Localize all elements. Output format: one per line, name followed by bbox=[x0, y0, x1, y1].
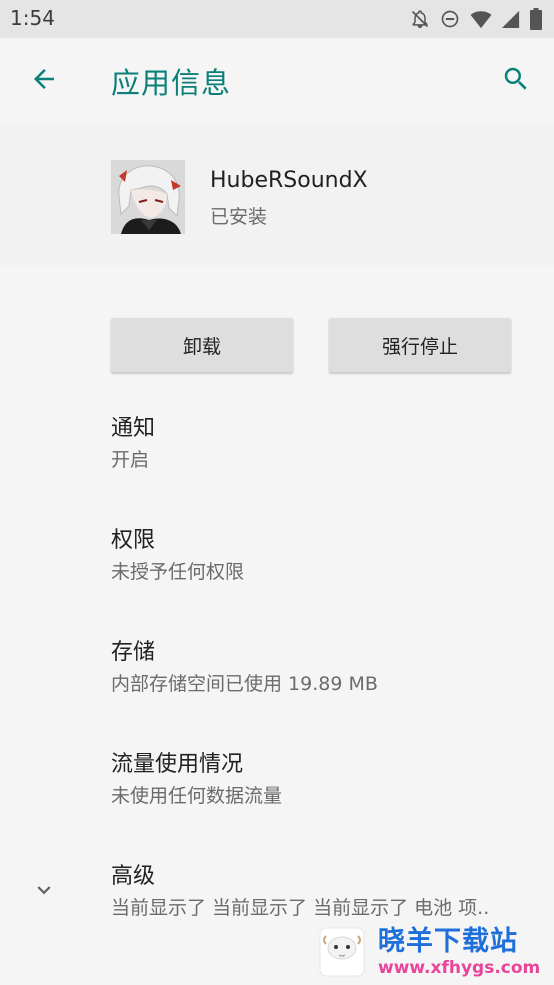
wifi-icon bbox=[470, 9, 492, 29]
search-icon bbox=[501, 64, 531, 98]
watermark-name: 晓羊下载站 bbox=[378, 926, 518, 957]
pref-permissions[interactable]: 权限 未授予任何权限 bbox=[111, 526, 531, 586]
do-not-disturb-icon bbox=[440, 9, 460, 29]
chevron-down-icon bbox=[31, 877, 57, 907]
pref-summary: 未授予任何权限 bbox=[111, 561, 245, 583]
app-header: HubeRSoundX 已安装 bbox=[0, 124, 554, 266]
back-button[interactable] bbox=[26, 63, 62, 99]
signal-icon bbox=[502, 9, 520, 29]
arrow-back-icon bbox=[29, 64, 59, 98]
force-stop-button[interactable]: 强行停止 bbox=[329, 318, 511, 372]
search-button[interactable] bbox=[498, 63, 534, 99]
status-bar: 1:54 bbox=[0, 0, 554, 38]
status-time: 1:54 bbox=[10, 6, 55, 30]
app-name: HubeRSoundX bbox=[210, 168, 368, 193]
sheep-logo-icon bbox=[314, 926, 370, 978]
pref-summary: 开启 bbox=[111, 449, 150, 471]
pref-title: 权限 bbox=[111, 528, 156, 553]
status-icons bbox=[410, 8, 542, 30]
app-bar: 应用信息 bbox=[0, 38, 554, 124]
app-icon bbox=[111, 160, 185, 234]
pref-summary: 未使用任何数据流量 bbox=[111, 785, 283, 807]
pref-advanced[interactable]: 高级 当前显示了 当前显示了 当前显示了 电池 项.. bbox=[111, 862, 531, 922]
watermark: 晓羊下载站 www.xfhygs.com bbox=[314, 923, 550, 981]
battery-icon bbox=[530, 8, 542, 30]
pref-summary: 内部存储空间已使用 19.89 MB bbox=[111, 673, 378, 695]
pref-title: 存储 bbox=[111, 640, 156, 665]
notifications-off-icon bbox=[410, 9, 430, 29]
pref-title: 通知 bbox=[111, 416, 156, 441]
pref-title: 高级 bbox=[111, 864, 156, 889]
pref-summary: 当前显示了 当前显示了 当前显示了 电池 项.. bbox=[111, 897, 490, 919]
pref-storage[interactable]: 存储 内部存储空间已使用 19.89 MB bbox=[111, 638, 531, 698]
watermark-url: www.xfhygs.com bbox=[378, 958, 541, 978]
app-install-status: 已安装 bbox=[210, 206, 268, 228]
uninstall-button[interactable]: 卸载 bbox=[111, 318, 293, 372]
watermark-text: 晓羊下载站 www.xfhygs.com bbox=[378, 926, 540, 978]
pref-notifications[interactable]: 通知 开启 bbox=[111, 414, 531, 474]
pref-data-usage[interactable]: 流量使用情况 未使用任何数据流量 bbox=[111, 750, 531, 810]
pref-title: 流量使用情况 bbox=[111, 752, 244, 777]
expand-advanced-button[interactable] bbox=[30, 878, 58, 906]
page-title: 应用信息 bbox=[111, 66, 232, 100]
